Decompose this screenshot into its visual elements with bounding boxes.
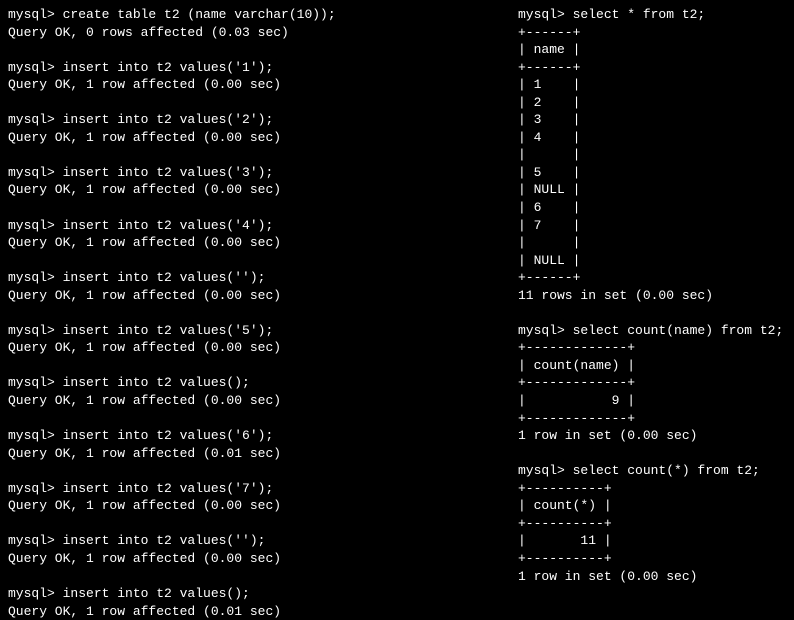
terminal-right-column: mysql> select * from t2; +------+ | name… (518, 6, 786, 548)
right-output: mysql> select * from t2; +------+ | name… (518, 7, 783, 584)
left-output: mysql> create table t2 (name varchar(10)… (8, 7, 336, 619)
terminal-left-column: mysql> create table t2 (name varchar(10)… (8, 6, 518, 548)
